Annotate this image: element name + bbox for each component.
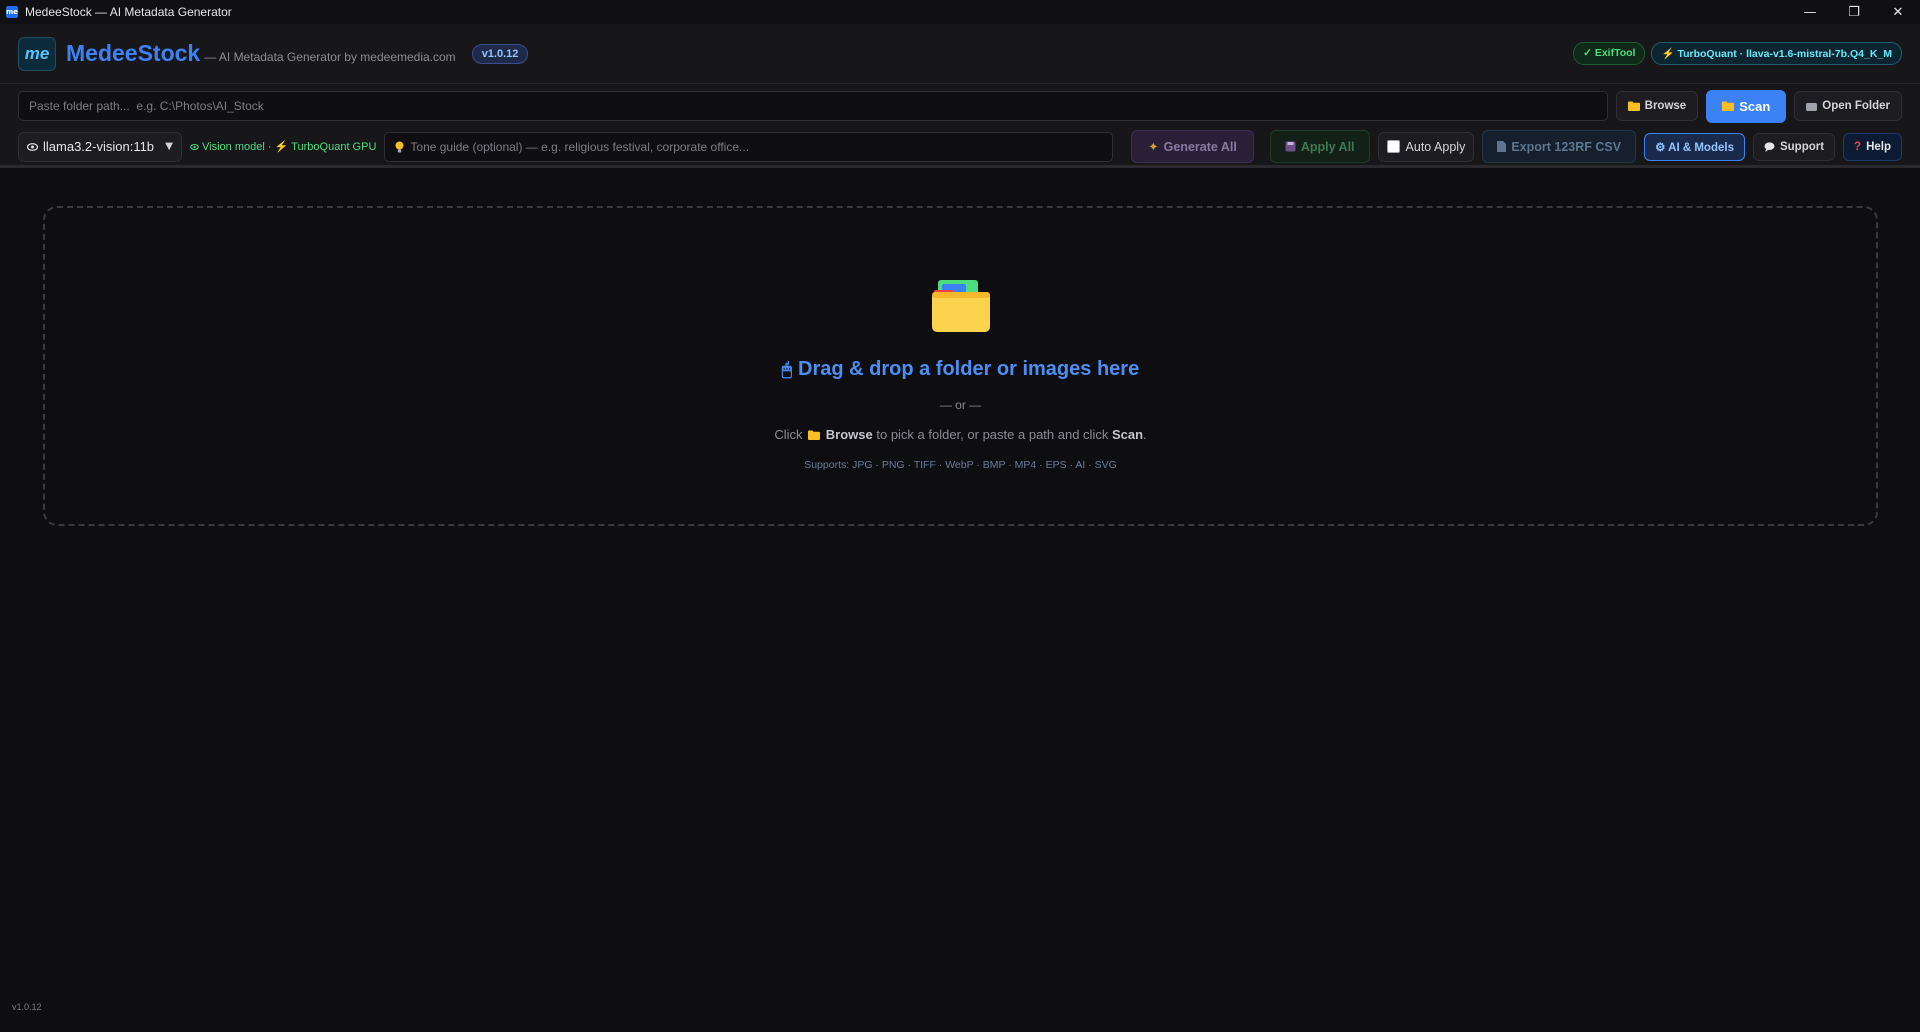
save-icon — [1285, 141, 1296, 152]
open-folder-button-label: Open Folder — [1822, 100, 1890, 112]
folder-icon — [808, 430, 821, 440]
hint-browse: Browse — [825, 427, 873, 442]
generation-toolbar: llama3.2-vision:11b ▼ Vision model · ⚡ T… — [0, 128, 1920, 168]
drop-zone[interactable]: 🖱 Drag & drop a folder or images here — o… — [43, 206, 1878, 526]
export-csv-button[interactable]: Export 123RF CSV — [1482, 130, 1637, 163]
brand-subtitle: — AI Metadata Generator by medeemedia.co… — [204, 49, 456, 64]
supported-formats: Supports: JPG · PNG · TIFF · WebP · BMP … — [804, 459, 1117, 471]
support-label: Support — [1779, 140, 1825, 153]
app-header: me MedeeStock — AI Metadata Generator by… — [0, 24, 1920, 84]
browse-button-label: Browse — [1644, 100, 1687, 112]
main-content: 🖱 Drag & drop a folder or images here — o… — [0, 168, 1920, 1022]
help-button[interactable]: ? Help — [1843, 132, 1902, 161]
lightbulb-icon — [395, 141, 404, 152]
scan-button-label: Scan — [1739, 98, 1771, 114]
model-select[interactable]: llama3.2-vision:11b ▼ — [18, 131, 182, 162]
turboquant-status-badge[interactable]: ⚡ TurboQuant · llava-v1.6-mistral-7b.Q4_… — [1651, 42, 1902, 65]
hint-scan: Scan — [1111, 427, 1144, 442]
auto-apply-checkbox[interactable] — [1386, 140, 1400, 153]
auto-apply-label: Auto Apply — [1405, 139, 1466, 154]
mouse-icon: 🖱 — [781, 360, 792, 380]
folder-path-input[interactable] — [18, 91, 1608, 121]
tone-guide-placeholder: Tone guide (optional) — e.g. religious f… — [410, 139, 750, 154]
model-info: Vision model · ⚡ TurboQuant GPU — [190, 140, 376, 153]
exiftool-status-badge[interactable]: ✓ ExifTool — [1573, 42, 1646, 65]
bolt-icon: ⚡ — [274, 141, 289, 153]
ai-models-label: ⚙ AI & Models — [1655, 141, 1734, 154]
tone-guide-input[interactable]: Tone guide (optional) — e.g. religious f… — [384, 131, 1114, 162]
question-icon: ? — [1854, 140, 1862, 153]
open-folder-button[interactable]: Open Folder — [1794, 91, 1902, 121]
window-title: MedeeStock — AI Metadata Generator — [25, 5, 232, 19]
help-label: Help — [1866, 140, 1891, 153]
footer-version: v1.0.12 — [12, 1002, 42, 1012]
window-titlebar: me MedeeStock — AI Metadata Generator — … — [0, 0, 1920, 24]
turboquant-gpu-label: TurboQuant GPU — [291, 140, 377, 153]
eye-icon — [190, 143, 199, 150]
document-icon — [1497, 141, 1507, 152]
sparkle-icon: ✦ — [1148, 139, 1159, 154]
apply-all-label: Apply All — [1300, 139, 1355, 154]
generate-all-label: Generate All — [1163, 139, 1237, 154]
card-index-dividers-icon — [931, 280, 990, 332]
export-csv-label: Export 123RF CSV — [1511, 139, 1622, 154]
turboquant-badge-label: TurboQuant · llava-v1.6-mistral-7b.Q4_K_… — [1677, 48, 1892, 60]
scan-button[interactable]: Scan — [1706, 89, 1787, 123]
browse-button[interactable]: Browse — [1615, 91, 1699, 121]
drop-zone-or: — or — — [939, 398, 982, 412]
eye-icon — [27, 142, 38, 151]
support-button[interactable]: Support — [1752, 132, 1836, 161]
version-badge: v1.0.12 — [471, 43, 529, 64]
ai-models-button[interactable]: ⚙ AI & Models — [1644, 132, 1745, 161]
speech-bubble-icon — [1764, 141, 1775, 152]
open-folder-icon — [1806, 102, 1818, 111]
drop-zone-title: 🖱 Drag & drop a folder or images here — [781, 358, 1140, 380]
restore-button[interactable]: ❐ — [1832, 0, 1876, 24]
bolt-icon: ⚡ — [1661, 48, 1675, 60]
path-toolbar: Browse Scan Open Folder — [0, 84, 1920, 128]
vision-model-label: Vision model · — [202, 140, 272, 153]
auto-apply-toggle[interactable]: Auto Apply — [1377, 131, 1475, 162]
brand-logo: me — [18, 36, 56, 71]
close-button[interactable]: ✕ — [1876, 0, 1920, 24]
folder-icon — [1722, 101, 1735, 111]
selected-model: llama3.2-vision:11b — [43, 139, 155, 154]
apply-all-button[interactable]: Apply All — [1269, 130, 1370, 163]
app-icon: me — [5, 6, 19, 18]
chevron-down-icon: ▼ — [165, 141, 173, 152]
drop-zone-hint: Click Browse to pick a folder, or paste … — [774, 427, 1147, 442]
generate-all-button[interactable]: ✦ Generate All — [1131, 130, 1254, 163]
minimize-button[interactable]: — — [1788, 0, 1832, 24]
brand-name: MedeeStock — [66, 40, 201, 66]
folder-icon — [1627, 101, 1640, 111]
